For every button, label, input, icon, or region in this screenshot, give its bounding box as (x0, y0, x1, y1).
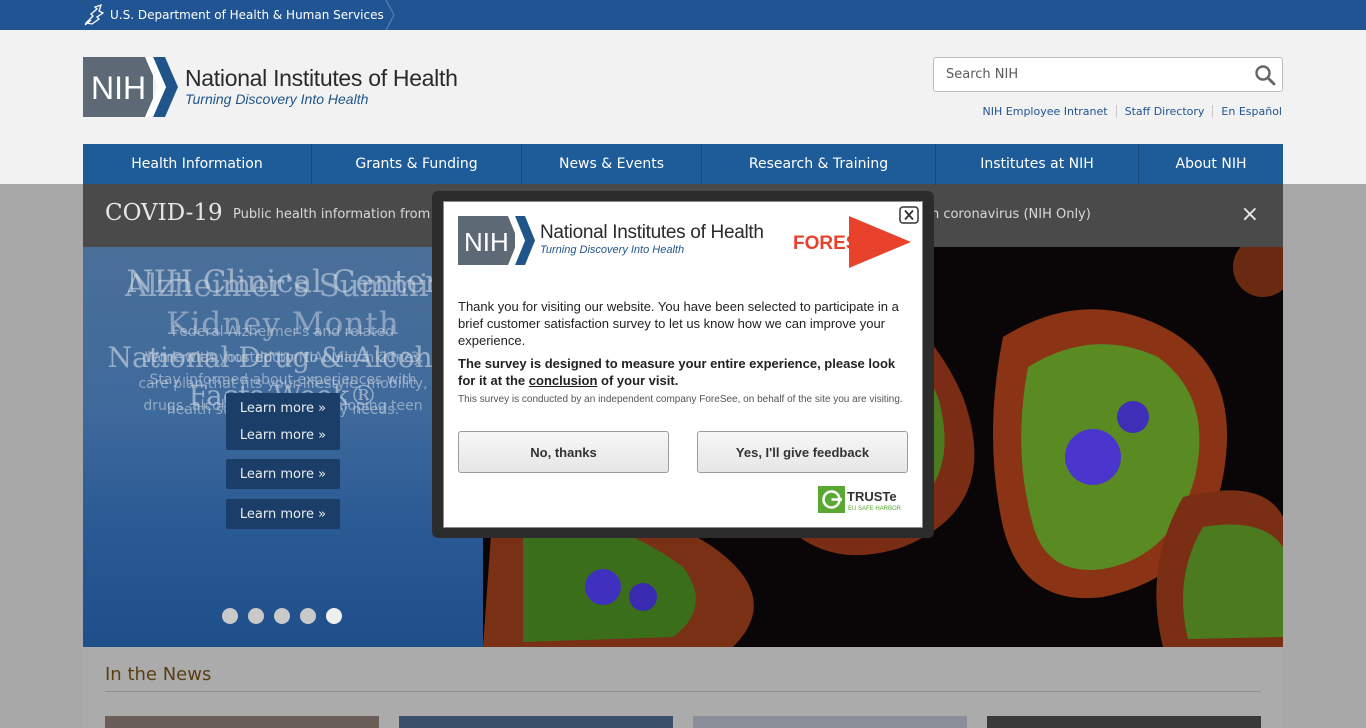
link-employee-intranet[interactable]: NIH Employee Intranet (975, 105, 1116, 118)
survey-instructions: The survey is designed to measure your e… (458, 356, 896, 388)
news-thumbnail[interactable] (105, 716, 379, 728)
covid-text-nih-only[interactable]: on coronavirus (NIH Only) (923, 207, 1091, 222)
news-thumbnail[interactable] (987, 716, 1261, 728)
search-icon[interactable] (1254, 64, 1276, 86)
covid-text[interactable]: Public health information from C (233, 207, 453, 222)
carousel-dot[interactable] (326, 608, 342, 624)
covid-title: COVID-19 (105, 200, 223, 226)
nih-logo-mark: NIH (458, 216, 535, 265)
accept-survey-button[interactable]: Yes, I'll give feedback (697, 431, 908, 473)
survey-modal: NIH National Institutes of Health Turnin… (443, 201, 923, 528)
nav-grants-funding[interactable]: Grants & Funding (312, 144, 522, 184)
hhs-eagle-icon (84, 3, 105, 26)
nav-news-events[interactable]: News & Events (522, 144, 702, 184)
decline-survey-button[interactable]: No, thanks (458, 431, 669, 473)
survey-disclaimer: This survey is conducted by an independe… (458, 394, 903, 405)
carousel-dot[interactable] (248, 608, 264, 624)
news-section: In the News (83, 647, 1283, 728)
news-heading: In the News (105, 664, 212, 685)
truste-seal[interactable]: TRUSTe EU SAFE HARBOR (818, 485, 910, 514)
chevron-right-icon (385, 0, 395, 30)
news-thumbnail[interactable] (399, 716, 673, 728)
search-input[interactable] (934, 58, 1244, 91)
truste-text: TRUSTe (847, 489, 897, 504)
survey-nih-logo: NIH National Institutes of Health Turnin… (458, 216, 764, 265)
slide-title: Alzheimer's Summit (124, 268, 442, 304)
learn-more-button[interactable]: Learn more » (226, 393, 340, 423)
news-thumbnail[interactable] (693, 716, 967, 728)
hhs-bar: U.S. Department of Health & Human Servic… (0, 0, 1366, 30)
link-en-espanol[interactable]: En Español (1212, 105, 1282, 118)
hhs-link[interactable]: U.S. Department of Health & Human Servic… (83, 0, 384, 30)
main-nav: Health Information Grants & Funding News… (83, 144, 1283, 184)
logo-title: National Institutes of Health (185, 65, 458, 91)
nih-abbrev: NIH (464, 227, 509, 257)
carousel-dots (222, 608, 342, 624)
learn-more-button[interactable]: Learn more » (226, 420, 340, 450)
utility-links: NIH Employee Intranet Staff Directory En E… (0, 105, 1282, 118)
nav-research-training[interactable]: Research & Training (702, 144, 936, 184)
carousel-dot[interactable] (222, 608, 238, 624)
survey-intro: Thank you for visiting our website. You … (458, 299, 899, 348)
nav-health-information[interactable]: Health Information (83, 144, 312, 184)
carousel-dot[interactable] (300, 608, 316, 624)
learn-more-button[interactable]: Learn more » (226, 499, 340, 529)
foresee-text: FORESEE (793, 233, 884, 254)
truste-subtext: EU SAFE HARBOR (848, 506, 902, 512)
carousel-caption-panel: NIH Clinical Center Alzheimer's Summit K… (83, 247, 483, 647)
foresee-logo: FORESEE (793, 216, 911, 268)
conclusion-emphasis: conclusion (528, 373, 598, 388)
link-staff-directory[interactable]: Staff Directory (1115, 105, 1213, 118)
nav-about-nih[interactable]: About NIH (1139, 144, 1283, 184)
close-icon[interactable]: × (1241, 204, 1259, 226)
nih-abbrev: NIH (91, 70, 146, 106)
learn-more-button[interactable]: Learn more » (226, 459, 340, 489)
carousel-dot[interactable] (274, 608, 290, 624)
nav-institutes[interactable]: Institutes at NIH (936, 144, 1139, 184)
hhs-text: U.S. Department of Health & Human Servic… (110, 8, 384, 22)
divider (105, 691, 1261, 692)
survey-logo-tagline: Turning Discovery Into Health (540, 244, 685, 256)
survey-logo-title: National Institutes of Health (540, 222, 764, 243)
search-box (933, 57, 1283, 92)
